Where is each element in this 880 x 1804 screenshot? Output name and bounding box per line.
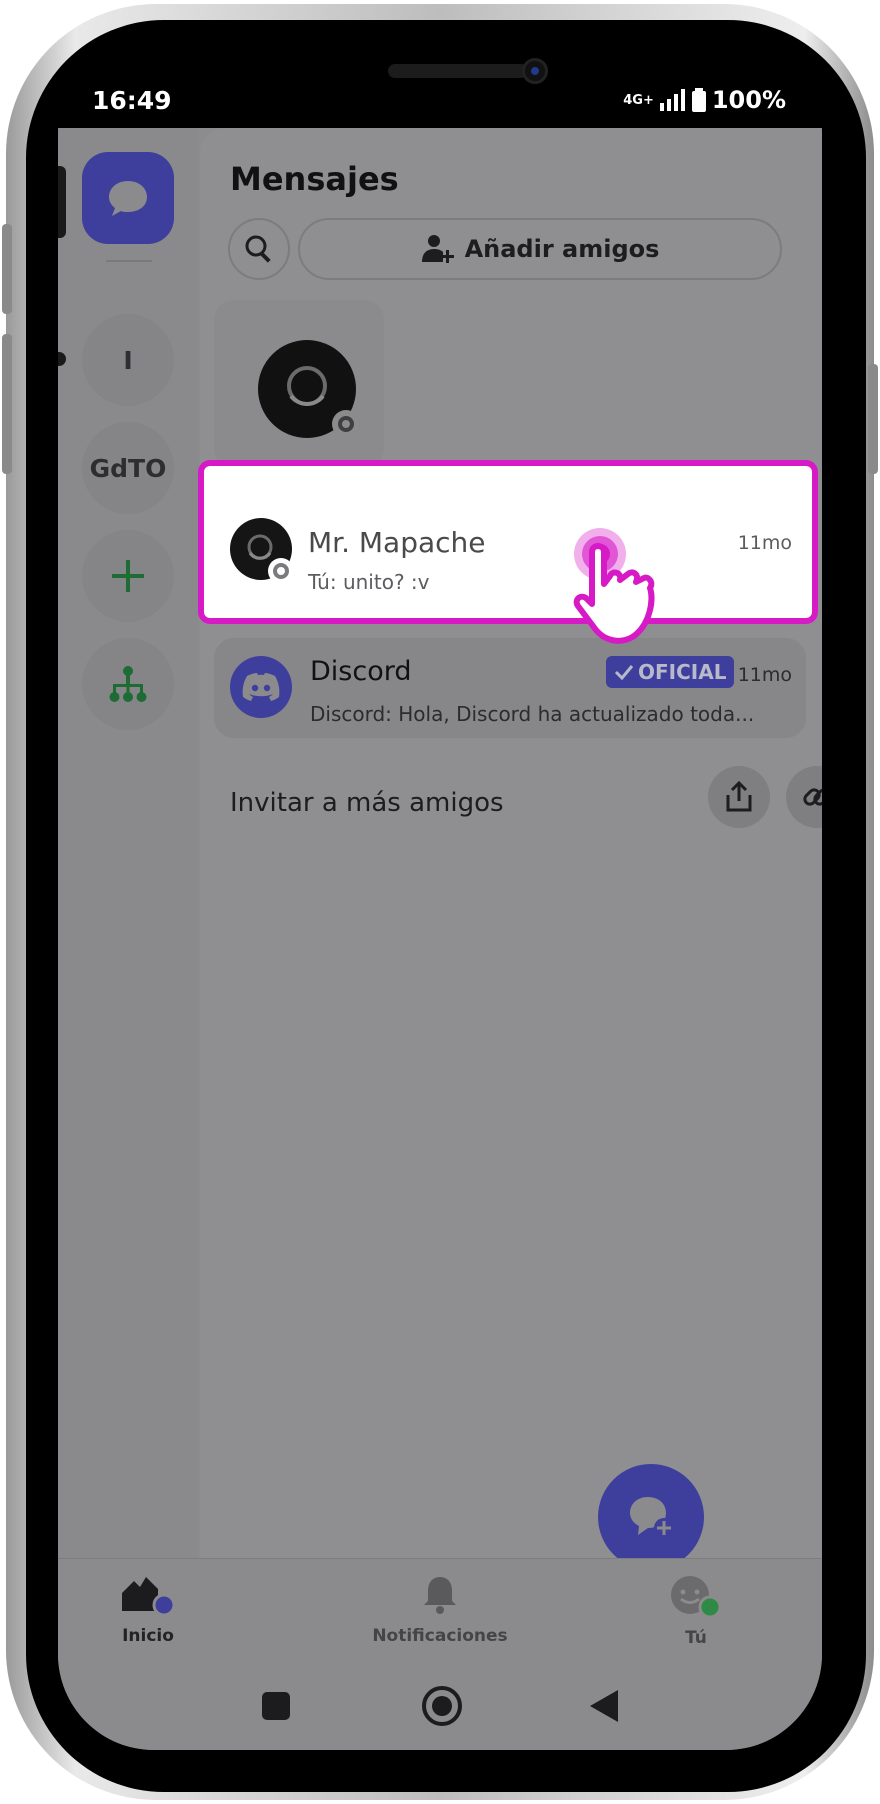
offline-status-icon xyxy=(332,410,360,438)
search-button[interactable] xyxy=(228,218,290,280)
bottom-navigation: Inicio Notificaciones Tú xyxy=(58,1558,822,1670)
conversation-row-discord[interactable]: Discord OFICIAL 11mo Discord: Hola, Disc… xyxy=(214,638,806,738)
bell-icon xyxy=(424,1577,456,1614)
discord-app: I GdTO Mensajes Añadir amigos Discord OF… xyxy=(58,128,822,1750)
official-badge: OFICIAL xyxy=(606,656,735,688)
status-icons: 4G+ 100% xyxy=(623,86,786,114)
battery-label: 100% xyxy=(711,86,786,114)
battery-icon xyxy=(691,88,706,112)
chat-bubble-icon xyxy=(109,181,147,216)
speaker-grille xyxy=(388,64,528,78)
server-label: GdTO xyxy=(89,453,167,483)
add-friends-button[interactable]: Añadir amigos xyxy=(298,218,782,280)
nav-home[interactable]: Inicio xyxy=(58,1573,238,1646)
discord-logo-icon xyxy=(242,673,280,701)
offline-status-icon xyxy=(268,558,294,584)
nav-label: Tú xyxy=(685,1628,707,1648)
server-label: I xyxy=(123,345,133,375)
nav-label: Inicio xyxy=(122,1626,174,1646)
side-button xyxy=(2,224,12,314)
back-icon[interactable] xyxy=(588,1688,620,1724)
home-button[interactable] xyxy=(422,1686,462,1726)
signal-icon xyxy=(659,89,685,111)
copy-link-button[interactable] xyxy=(786,766,822,828)
side-button xyxy=(868,364,878,474)
rail-divider xyxy=(106,260,152,262)
server-item-gdto[interactable]: GdTO xyxy=(82,422,174,514)
conversation-time: 11mo xyxy=(737,664,792,686)
search-icon xyxy=(245,235,271,263)
page-title: Mensajes xyxy=(230,160,399,198)
check-icon xyxy=(614,665,634,680)
status-bar: 16:49 4G+ 100% xyxy=(58,38,822,128)
add-server-button[interactable] xyxy=(82,530,174,622)
discover-servers-button[interactable] xyxy=(82,638,174,730)
share-icon xyxy=(726,781,752,812)
invite-friends-label: Invitar a más amigos xyxy=(230,788,504,818)
official-badge-label: OFICIAL xyxy=(638,660,727,684)
tap-hand-icon xyxy=(573,528,655,644)
add-friends-label: Añadir amigos xyxy=(464,235,660,263)
clock: 16:49 xyxy=(92,86,172,115)
messages-panel: Mensajes Añadir amigos Discord OFICIAL 1… xyxy=(200,128,822,1558)
conversation-time: 11mo xyxy=(737,532,792,554)
recent-apps-button[interactable] xyxy=(262,1692,290,1720)
share-button[interactable] xyxy=(708,766,770,828)
server-rail: I GdTO xyxy=(58,128,198,1558)
front-camera xyxy=(522,58,548,84)
side-button xyxy=(2,334,12,474)
active-friend-card[interactable] xyxy=(214,300,384,468)
system-navigation-bar xyxy=(58,1670,822,1750)
direct-messages-button[interactable] xyxy=(82,152,174,244)
add-friend-icon xyxy=(421,235,454,263)
nav-label: Notificaciones xyxy=(372,1626,508,1646)
link-icon xyxy=(803,788,822,806)
network-label: 4G+ xyxy=(623,92,654,108)
new-message-button[interactable] xyxy=(598,1464,704,1570)
unread-indicator xyxy=(58,352,66,366)
conversation-name: Mr. Mapache xyxy=(308,526,486,559)
user-avatar-icon xyxy=(671,1576,722,1619)
hierarchy-icon xyxy=(109,666,147,702)
conversation-preview: Tú: unito? :v xyxy=(308,570,430,594)
plus-icon xyxy=(112,560,144,592)
selected-indicator xyxy=(58,166,66,238)
conversation-preview: Discord: Hola, Discord ha actualizado to… xyxy=(310,702,755,726)
new-message-icon xyxy=(630,1497,674,1538)
home-servers-icon xyxy=(122,1577,176,1617)
phone-screen: 16:49 4G+ 100% I GdTO Mensajes Añadir am… xyxy=(58,38,822,1750)
conversation-row-mr-mapache[interactable]: Mr. Mapache Tú: unito? :v 11mo xyxy=(198,460,818,624)
conversation-name: Discord xyxy=(310,656,412,687)
nav-notifications[interactable]: Notificaciones xyxy=(350,1573,530,1646)
server-item-i[interactable]: I xyxy=(82,314,174,406)
nav-you[interactable]: Tú xyxy=(606,1573,786,1648)
avatar xyxy=(230,656,292,718)
